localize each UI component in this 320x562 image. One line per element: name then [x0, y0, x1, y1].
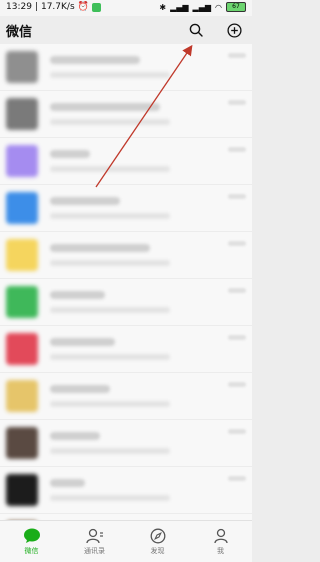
chat-time-blurred [228, 53, 246, 58]
status-bar: 13:29 | 17.7K/s ⏰ ✱ ▂▄▆ ▂▄▆ ◠ 67 [0, 0, 252, 16]
bottom-tab-bar: 微信 通讯录 发现 我 [0, 520, 252, 562]
tab-3[interactable]: 我 [189, 521, 252, 562]
contacts-icon [85, 528, 104, 546]
wechat-notification-icon [91, 2, 101, 12]
header-actions [186, 20, 244, 40]
chat-message-blurred [50, 401, 170, 407]
status-left: 13:29 | 17.7K/s ⏰ [6, 2, 101, 12]
avatar [6, 51, 38, 83]
chat-time-blurred [228, 241, 246, 246]
tab-2[interactable]: 发现 [126, 521, 189, 562]
page-title: 微信 [6, 25, 33, 40]
chat-list-item[interactable] [0, 467, 252, 514]
avatar [6, 380, 38, 412]
status-time: 13:29 [6, 2, 32, 12]
avatar [6, 333, 38, 365]
chat-preview [50, 56, 252, 78]
chat-preview [50, 479, 252, 501]
app-header: 微信 [0, 16, 252, 44]
chat-list-item[interactable] [0, 91, 252, 138]
chat-message-blurred [50, 119, 170, 125]
chat-message-blurred [50, 72, 170, 78]
avatar [6, 98, 38, 130]
compass-icon [150, 528, 166, 546]
person-icon [213, 528, 229, 546]
chat-time-blurred [228, 335, 246, 340]
tab-label: 我 [217, 546, 224, 555]
chat-name-blurred [50, 432, 100, 440]
chat-time-blurred [228, 429, 246, 434]
chat-name-blurred [50, 479, 85, 487]
chat-time-blurred [228, 147, 246, 152]
chat-list-item[interactable] [0, 138, 252, 185]
chat-message-blurred [50, 354, 170, 360]
status-right: ✱ ▂▄▆ ▂▄▆ ◠ 67 [159, 2, 246, 12]
tab-label: 微信 [24, 546, 39, 555]
chat-time-blurred [228, 288, 246, 293]
chat-message-blurred [50, 307, 170, 313]
chat-list[interactable] [0, 44, 252, 520]
add-button[interactable] [224, 20, 244, 40]
alarm-icon: ⏰ [77, 2, 89, 12]
chat-message-blurred [50, 448, 170, 454]
avatar [6, 474, 38, 506]
chat-name-blurred [50, 244, 150, 252]
chat-preview [50, 385, 252, 407]
chat-list-item[interactable] [0, 44, 252, 91]
chat-list-item[interactable] [0, 232, 252, 279]
network-speed: 17.7K/s [40, 2, 75, 12]
chat-name-blurred [50, 385, 110, 393]
search-button[interactable] [186, 20, 206, 40]
chat-preview [50, 103, 252, 125]
chat-preview [50, 244, 252, 266]
chat-preview [50, 150, 252, 172]
avatar [6, 286, 38, 318]
battery-icon: 67 [226, 2, 246, 12]
chat-name-blurred [50, 150, 90, 158]
chat-time-blurred [228, 100, 246, 105]
chat-message-blurred [50, 213, 170, 219]
chat-list-item[interactable] [0, 420, 252, 467]
chat-preview [50, 291, 252, 313]
avatar [6, 192, 38, 224]
chat-message-blurred [50, 260, 170, 266]
chat-time-blurred [228, 476, 246, 481]
chat-name-blurred [50, 103, 160, 111]
chat-name-blurred [50, 56, 140, 64]
plus-circle-icon [226, 22, 242, 38]
chat-list-item[interactable] [0, 279, 252, 326]
tab-label: 发现 [150, 546, 165, 555]
chat-icon [23, 528, 41, 546]
avatar [6, 427, 38, 459]
chat-preview [50, 197, 252, 219]
chat-name-blurred [50, 338, 115, 346]
chat-time-blurred [228, 194, 246, 199]
tab-label: 通讯录 [84, 546, 105, 555]
chat-message-blurred [50, 166, 170, 172]
chat-list-item[interactable] [0, 185, 252, 232]
tab-0[interactable]: 微信 [0, 521, 63, 562]
tab-1[interactable]: 通讯录 [63, 521, 126, 562]
chat-preview [50, 432, 252, 454]
status-divider: | [34, 2, 38, 12]
chat-list-item[interactable] [0, 326, 252, 373]
signal-icon-2: ▂▄▆ [192, 2, 212, 12]
chat-preview [50, 338, 252, 360]
chat-list-item[interactable] [0, 373, 252, 420]
signal-icon: ▂▄▆ [170, 2, 189, 12]
chat-name-blurred [50, 197, 120, 205]
search-icon [189, 23, 203, 37]
bluetooth-icon: ✱ [159, 2, 167, 12]
avatar [6, 145, 38, 177]
wifi-icon: ◠ [215, 2, 222, 12]
chat-message-blurred [50, 495, 170, 501]
chat-time-blurred [228, 382, 246, 387]
chat-name-blurred [50, 291, 105, 299]
avatar [6, 239, 38, 271]
